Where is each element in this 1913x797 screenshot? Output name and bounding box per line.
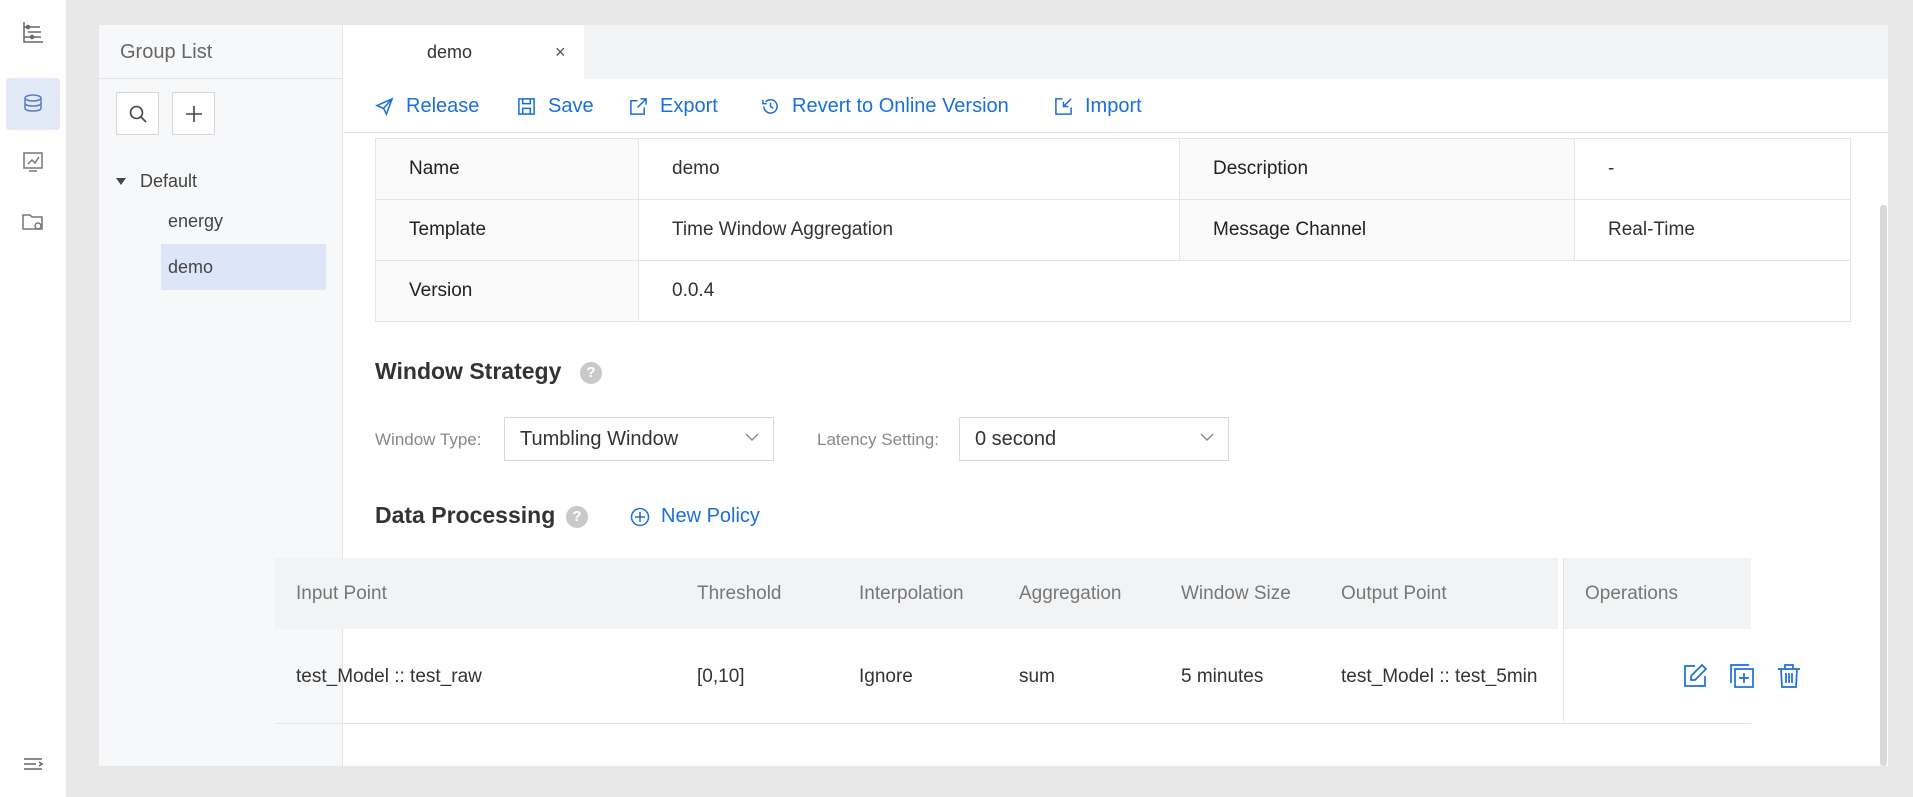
col-input-point: Input Point	[296, 583, 387, 604]
chevron-down-icon	[1200, 433, 1214, 441]
import-label: Import	[1085, 94, 1142, 117]
tree-item-energy[interactable]: energy	[161, 198, 326, 244]
latency-label: Latency Setting:	[817, 430, 939, 449]
col-operations: Operations	[1585, 583, 1678, 604]
nav-rail	[0, 0, 66, 797]
new-policy-button[interactable]: New Policy	[630, 505, 760, 528]
message-channel-value: Real-Time	[1574, 199, 1851, 261]
name-value: demo	[638, 138, 1180, 200]
plus-circle-icon	[630, 507, 650, 526]
search-button[interactable]	[116, 92, 159, 135]
scrollbar-thumb[interactable]	[1880, 205, 1887, 766]
plus-icon	[185, 105, 202, 122]
menu-collapse-icon[interactable]	[0, 736, 66, 794]
name-label: Name	[375, 138, 639, 200]
help-icon[interactable]: ?	[566, 506, 588, 528]
history-icon	[762, 98, 778, 114]
revert-label: Revert to Online Version	[792, 94, 1009, 117]
trash-icon[interactable]	[1776, 663, 1802, 689]
latency-select[interactable]: 0 second	[959, 417, 1229, 461]
version-label: Version	[375, 260, 639, 322]
monitor-chart-icon[interactable]	[0, 133, 66, 191]
import-button[interactable]: Import	[1054, 79, 1142, 133]
cell-window-size: 5 minutes	[1181, 666, 1264, 687]
template-value: Time Window Aggregation	[638, 199, 1180, 261]
cell-output-point: test_Model :: test_5min	[1341, 666, 1538, 687]
window-type-select[interactable]: Tumbling Window	[504, 417, 774, 461]
help-icon[interactable]: ?	[580, 362, 602, 384]
group-list-title: Group List	[99, 25, 342, 79]
description-label: Description	[1179, 138, 1575, 200]
tab-label: demo	[427, 42, 473, 62]
col-aggregation: Aggregation	[1019, 583, 1122, 604]
send-icon	[375, 96, 394, 116]
tab-bar: demo ×	[344, 25, 1888, 79]
save-button[interactable]: Save	[517, 79, 594, 133]
export-button[interactable]: Export	[629, 79, 718, 133]
window-type-value: Tumbling Window	[520, 428, 679, 450]
release-label: Release	[406, 94, 480, 117]
revert-button[interactable]: Revert to Online Version	[761, 79, 1009, 133]
table-row: test_Model :: test_raw [0,10] Ignore sum…	[275, 629, 1800, 724]
cell-interpolation: Ignore	[859, 666, 913, 687]
new-policy-label: New Policy	[661, 505, 760, 527]
toolbar: Release Save Export Revert to Online Ver…	[344, 79, 1888, 133]
caret-down-icon[interactable]	[116, 178, 126, 185]
folder-settings-icon[interactable]	[0, 193, 66, 251]
release-button[interactable]: Release	[375, 79, 479, 133]
tree-node-default[interactable]: Default	[116, 171, 197, 192]
tree-item-demo[interactable]: demo	[161, 244, 326, 290]
export-label: Export	[660, 94, 718, 117]
cell-input-point: test_Model :: test_raw	[296, 666, 482, 687]
policy-table-header: Input Point Threshold Interpolation Aggr…	[275, 558, 1751, 629]
data-processing-title: Data Processing	[375, 502, 556, 528]
col-output-point: Output Point	[1341, 583, 1447, 604]
message-channel-label: Message Channel	[1179, 199, 1575, 261]
col-threshold: Threshold	[697, 583, 782, 604]
col-interpolation: Interpolation	[859, 583, 964, 604]
tab-demo[interactable]: demo ×	[344, 25, 584, 79]
latency-value: 0 second	[975, 428, 1057, 450]
layers-icon[interactable]	[6, 78, 60, 130]
window-type-label: Window Type:	[375, 430, 482, 449]
save-label: Save	[548, 94, 594, 117]
save-icon	[518, 97, 535, 115]
copy-icon[interactable]	[1729, 663, 1755, 689]
flow-chart-icon[interactable]	[0, 3, 66, 61]
template-label: Template	[375, 199, 639, 261]
tree-node-label: Default	[140, 171, 198, 191]
description-value: -	[1574, 138, 1851, 200]
version-value: 0.0.4	[638, 260, 1851, 322]
col-window-size: Window Size	[1181, 583, 1291, 604]
chevron-down-icon	[745, 433, 759, 441]
import-icon	[1055, 97, 1072, 115]
cell-threshold: [0,10]	[697, 666, 745, 687]
window-strategy-title: Window Strategy	[375, 358, 562, 384]
info-table: Name demo Description - Template Time Wi…	[375, 138, 1851, 322]
search-icon	[129, 105, 147, 123]
cell-aggregation: sum	[1019, 666, 1055, 687]
edit-icon[interactable]	[1682, 663, 1708, 689]
add-group-button[interactable]	[172, 92, 215, 135]
tab-close-icon[interactable]: ×	[555, 25, 566, 79]
export-icon	[630, 97, 647, 115]
